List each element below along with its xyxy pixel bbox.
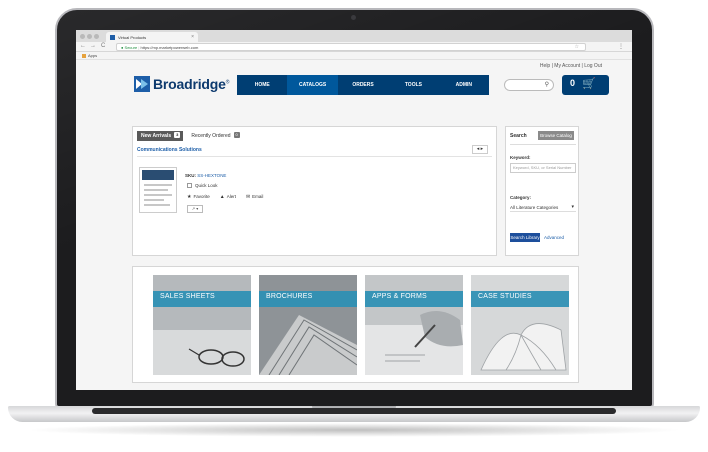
- product-sku: SKU: SS-HEXTONE: [185, 173, 227, 178]
- tile-brochures[interactable]: BROCHURES: [259, 275, 357, 375]
- chevron-down-icon: ▾: [571, 204, 574, 210]
- category-label: Category:: [510, 195, 532, 200]
- browser-menu-icon[interactable]: ⋮: [618, 43, 624, 50]
- cart-count: 0: [570, 78, 576, 88]
- email-button[interactable]: ✉ Email: [246, 194, 263, 200]
- cart-icon: 🛒: [582, 78, 596, 90]
- nav-admin[interactable]: ADMIN: [439, 75, 489, 95]
- tab-title: Virtual Products: [118, 35, 147, 40]
- category-tiles: SALES SHEETS BROCHURES APPS & FORMS CASE…: [132, 266, 579, 383]
- tile-label: APPS & FORMS: [372, 293, 427, 300]
- tab-new-arrivals[interactable]: New Arrivals 3: [137, 131, 184, 141]
- glasses-image: [153, 275, 251, 375]
- browse-catalog-button[interactable]: Browse Catalog: [538, 131, 574, 140]
- keyword-label: Keyword:: [510, 155, 531, 160]
- close-window-dot[interactable]: [80, 34, 85, 39]
- brochure-stack-image: [259, 275, 357, 375]
- tile-label: SALES SHEETS: [160, 293, 215, 300]
- tab-recently-ordered[interactable]: Recently Ordered 0: [187, 131, 242, 141]
- laptop-shadow: [24, 423, 684, 437]
- bookmarks-bar: Apps: [76, 52, 632, 60]
- open-book-image: [471, 275, 569, 375]
- keyboard-edge: [92, 408, 616, 414]
- keyword-input[interactable]: Keyword, SKU, or Serial Number: [510, 163, 576, 173]
- apps-icon: [82, 53, 86, 58]
- nav-orders[interactable]: ORDERS: [338, 75, 388, 95]
- search-library-button[interactable]: Search Library: [510, 233, 540, 242]
- product-actions: ★ Favorite ▲ Alert ✉ Email: [187, 194, 263, 200]
- minimize-window-dot[interactable]: [87, 34, 92, 39]
- logo-text[interactable]: Broadridge®: [153, 76, 229, 92]
- browser-tabbar: Virtual Products ×: [76, 30, 632, 42]
- site-header: Broadridge® HOME CATALOGS ORDERS TOOLS A…: [134, 74, 609, 96]
- webcam: [351, 15, 356, 20]
- nav-home[interactable]: HOME: [237, 75, 287, 95]
- share-dropdown[interactable]: ↗ ▾: [187, 205, 203, 213]
- favorite-button[interactable]: ★ Favorite: [187, 194, 210, 200]
- advanced-search-link[interactable]: Advanced: [544, 233, 564, 242]
- count-badge: 3: [174, 132, 181, 138]
- main-nav: HOME CATALOGS ORDERS TOOLS ADMIN: [237, 75, 489, 95]
- bookmark-apps[interactable]: Apps: [88, 53, 97, 58]
- product-thumbnail[interactable]: [139, 167, 177, 213]
- forward-icon[interactable]: →: [90, 43, 96, 49]
- reload-icon[interactable]: C: [101, 43, 105, 49]
- quick-look-button[interactable]: Quick Look: [187, 183, 218, 188]
- category-select[interactable]: All Literature Categories ▾: [510, 203, 576, 212]
- new-arrivals-panel: New Arrivals 3 Recently Ordered 0 Communic…: [132, 126, 497, 256]
- laptop-stage: Virtual Products × ← → C ● Secure | http…: [0, 0, 708, 452]
- search-panel: Search Browse Catalog Keyword: Keyword, …: [505, 126, 579, 256]
- search-panel-title: Search: [510, 133, 527, 139]
- browser-tab[interactable]: Virtual Products ×: [106, 32, 198, 42]
- bell-icon: ▲: [219, 194, 225, 200]
- search-icon[interactable]: ⚲: [545, 81, 549, 88]
- laptop-screen: Virtual Products × ← → C ● Secure | http…: [76, 30, 632, 390]
- category-title[interactable]: Communications Solutions: [137, 147, 202, 153]
- maximize-window-dot[interactable]: [94, 34, 99, 39]
- divider: [137, 156, 492, 157]
- quick-look-icon: [187, 183, 192, 188]
- tile-sales-sheets[interactable]: SALES SHEETS: [153, 275, 251, 375]
- secure-label: Secure: [124, 45, 138, 50]
- sku-link[interactable]: SS-HEXTONE: [197, 173, 226, 178]
- close-tab-icon[interactable]: ×: [191, 34, 194, 40]
- broadridge-logo-icon[interactable]: [134, 76, 150, 92]
- tile-label: CASE STUDIES: [478, 293, 532, 300]
- star-icon: ★: [187, 194, 192, 200]
- url-text: https://mp.marketpowerweb.com: [140, 45, 199, 50]
- nav-tools[interactable]: TOOLS: [388, 75, 438, 95]
- tile-label: BROCHURES: [266, 293, 313, 300]
- header-search-input[interactable]: ⚲: [504, 79, 554, 91]
- alert-button[interactable]: ▲ Alert: [220, 194, 236, 200]
- hand-writing-image: [365, 275, 463, 375]
- mail-icon: ✉: [245, 194, 251, 200]
- url-input[interactable]: ● Secure | https://mp.marketpowerweb.com…: [116, 43, 586, 51]
- web-page: Help | My Account | Log Out Broadridge® …: [76, 60, 632, 390]
- count-badge: 0: [233, 132, 240, 138]
- arrivals-tabs: New Arrivals 3 Recently Ordered 0: [137, 131, 243, 141]
- tile-case-studies[interactable]: CASE STUDIES: [471, 275, 569, 375]
- tile-apps-forms[interactable]: APPS & FORMS: [365, 275, 463, 375]
- pager-arrows[interactable]: ◂ ▸: [472, 145, 488, 154]
- cart-button[interactable]: 0 🛒: [562, 75, 609, 95]
- nav-catalogs[interactable]: CATALOGS: [287, 75, 338, 95]
- address-bar: ← → C ● Secure | https://mp.marketpowerw…: [76, 42, 632, 52]
- back-icon[interactable]: ←: [80, 43, 86, 49]
- bookmark-star-icon[interactable]: ☆: [575, 44, 579, 51]
- utility-links[interactable]: Help | My Account | Log Out: [540, 63, 602, 69]
- favicon-icon: [110, 35, 115, 40]
